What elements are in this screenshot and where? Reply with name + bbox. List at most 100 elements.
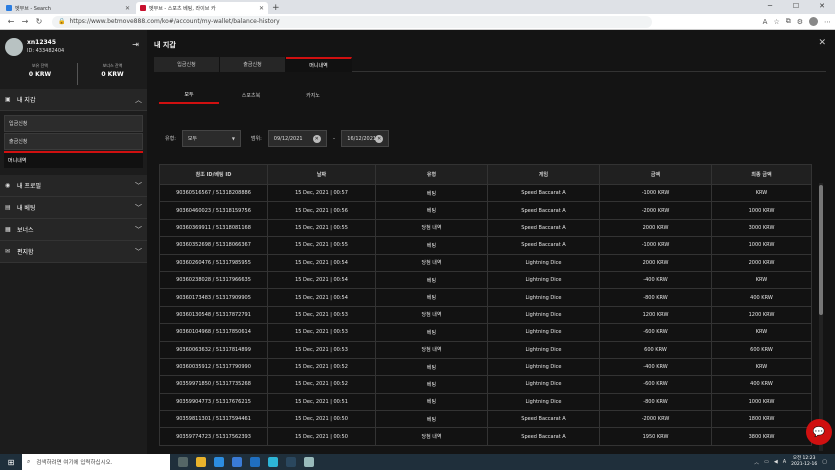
table-cell: 당첨 내역 [375,340,488,359]
collections-icon[interactable]: ⧉ [786,17,791,26]
ime-icon[interactable]: A [783,459,786,465]
steam-icon[interactable] [286,457,296,467]
date-from-value: 09/12/2021 [273,135,303,142]
sidebar-subitem-history[interactable]: 머니내역 [4,151,143,168]
table-cell: 당첨 내역 [375,218,488,238]
sidebar-item-mail[interactable]: ✉ 편지함 ﹀ [0,241,147,263]
close-tab-icon[interactable]: ✕ [125,5,130,12]
notifications-icon[interactable]: ▢ [822,459,827,465]
browser-tab-search[interactable]: 벳무브 - Search ✕ [2,2,134,14]
table-scrollbar[interactable] [819,183,823,451]
read-aloud-icon[interactable]: A [763,18,768,26]
sidebar-subitem-deposit[interactable]: 입금신청 [4,115,143,132]
close-window-icon[interactable]: ✕ [809,0,835,12]
extensions-icon[interactable]: ⚙ [797,18,803,26]
table-cell: 3000 KRW [711,218,812,238]
table-cell: Lightning Dice [487,270,600,290]
forward-icon[interactable]: → [18,17,32,26]
subtab-all[interactable]: 모두 [159,86,219,104]
subtab-sportsbook[interactable]: 스포츠북 [221,86,281,104]
table-cell: KRW [711,270,812,290]
user-box: xn12345 ID: 433482404 ⇥ 보유 잔액 0 KRW 보너스 … [0,30,147,88]
tab-history[interactable]: 머니내역 [286,57,352,72]
address-bar[interactable]: 🔒 https://www.betmove888.com/ko#/account… [52,15,652,28]
table-cell: KRW [711,357,812,377]
table-cell: 1950 KRW [599,427,712,446]
table-row: 90360460023 / 51318159756 15 Dec, 2021 | … [159,201,812,220]
caret-down-icon: ▼ [231,136,235,141]
table-cell: 15 Dec, 2021 | 00:51 [267,392,376,412]
table-cell: 90360352698 / 51318066367 [159,236,268,255]
table-cell: 90360260476 / 51317985955 [159,253,268,272]
table-cell: 15 Dec, 2021 | 00:57 [267,183,376,203]
sidebar-item-profile[interactable]: ◉ 내 프로필 ﹀ [0,175,147,197]
bets-icon: ▤ [5,204,11,211]
clear-date-icon[interactable]: ✕ [312,134,321,143]
date-from-field[interactable]: 09/12/2021 ✕ [267,130,327,147]
mail-app-icon[interactable] [250,457,260,467]
chevron-up-icon: ︿ [135,95,142,104]
column-header: 날짜 [267,164,376,185]
tray-arrow-icon[interactable]: ︿ [754,459,759,466]
bing-favicon-icon [6,5,12,11]
taskbar-clock[interactable]: 오전 12:23 2021-12-16 [791,456,817,468]
new-tab-button[interactable]: + [272,2,280,14]
file-explorer-icon[interactable] [196,457,206,467]
table-cell: KRW [711,323,812,342]
taskbar-search[interactable]: ⌕ 검색하려면 여기에 입력하십시오. [22,454,170,470]
scrollbar-thumb[interactable] [819,185,823,315]
table-cell: -800 KRW [599,288,712,307]
table-cell: -2000 KRW [599,410,712,429]
profile-avatar-icon[interactable] [809,17,818,26]
minimize-icon[interactable]: ─ [757,0,783,12]
close-tab-icon[interactable]: ✕ [259,5,264,12]
browser-tab-betmove[interactable]: 벳무브 - 스포츠 베팅, 라이브 카 ✕ [136,2,268,14]
table-cell: 90360035912 / 51317790990 [159,357,268,377]
date-separator: – [332,135,336,142]
table-cell: 90360104968 / 51317850614 [159,323,268,342]
more-menu-icon[interactable]: ⋯ [824,18,831,26]
clear-date-icon[interactable]: ✕ [375,134,384,143]
sidebar-item-wallet[interactable]: ▣ 내 지갑 ︿ [0,89,147,111]
store-icon[interactable] [232,457,242,467]
type-select[interactable]: 모두 ▼ [181,130,241,147]
column-header: 금액 [599,164,712,185]
tab-withdraw[interactable]: 출금신청 [220,57,286,72]
table-cell: 600 KRW [599,340,712,359]
table-cell: 15 Dec, 2021 | 00:53 [267,323,376,342]
sidebar-subitem-withdraw[interactable]: 출금신청 [4,133,143,150]
table-row: 90360035912 / 51317790990 15 Dec, 2021 | … [159,357,812,377]
volume-icon[interactable]: ◀ [774,459,778,465]
favorite-icon[interactable]: ☆ [773,18,779,26]
back-icon[interactable]: ← [4,17,18,26]
browser-tab-strip: 벳무브 - Search ✕ 벳무브 - 스포츠 베팅, 라이브 카 ✕ + ─… [0,0,835,14]
subtab-casino[interactable]: 카지노 [283,86,343,104]
sidebar-item-bonus[interactable]: ▦ 보너스 ﹀ [0,219,147,241]
windows-start-icon[interactable]: ⊞ [0,458,22,467]
table-cell: 베팅 [375,323,488,342]
column-header: 참조 ID/베팅 ID [159,164,268,185]
table-cell: 15 Dec, 2021 | 00:54 [267,270,376,290]
table-cell: 90359811301 / 51317594461 [159,410,268,429]
username: xn12345 [27,39,57,46]
date-to-field[interactable]: 16/12/2021 ✕ [341,130,390,147]
table-cell: 베팅 [375,288,488,307]
task-view-icon[interactable] [178,457,188,467]
logout-icon[interactable]: ⇥ [132,40,139,49]
table-cell: 90360173483 / 51317909905 [159,288,268,307]
table-cell: 1200 KRW [599,305,712,325]
sidebar-item-bets[interactable]: ▤ 내 베팅 ﹀ [0,197,147,219]
network-icon[interactable]: ▭ [764,459,769,465]
live-chat-button[interactable]: 💬 [806,419,832,445]
edge-active-icon[interactable] [268,457,278,467]
table-cell: -400 KRW [599,270,712,290]
table-cell: 15 Dec, 2021 | 00:55 [267,218,376,238]
app-icon[interactable] [304,457,314,467]
close-icon[interactable]: ✕ [818,38,826,48]
maximize-icon[interactable]: ☐ [783,0,809,12]
edge-icon[interactable] [214,457,224,467]
table-cell: 2000 KRW [711,253,812,272]
tab-deposit[interactable]: 입금신청 [154,57,220,72]
sidebar-item-label: 내 프로필 [17,183,41,190]
refresh-icon[interactable]: ↻ [32,17,46,26]
